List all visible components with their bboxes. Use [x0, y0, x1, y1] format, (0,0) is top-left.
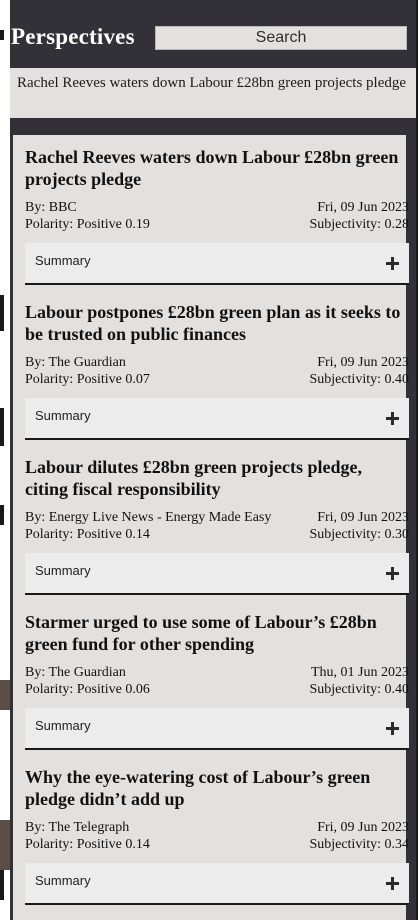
article-polarity: Polarity: Positive 0.14: [25, 837, 150, 852]
perspectives-panel: Perspectives Search Rachel Reeves waters…: [10, 0, 418, 920]
article-source: By: BBC: [25, 200, 77, 215]
summary-toggle[interactable]: Summary: [25, 708, 409, 750]
article-source: By: The Guardian: [25, 665, 126, 680]
plus-icon[interactable]: [386, 567, 399, 580]
article-subjectivity: Subjectivity: 0.28: [309, 217, 409, 232]
article-source: By: The Guardian: [25, 355, 126, 370]
current-headline: Rachel Reeves waters down Labour £28bn g…: [10, 68, 418, 118]
summary-label: Summary: [35, 408, 91, 423]
panel-edge: [416, 0, 418, 920]
article-date: Fri, 09 Jun 2023: [317, 820, 409, 835]
article-subjectivity: Subjectivity: 0.34: [309, 837, 409, 852]
article-subjectivity: Subjectivity: 0.30: [309, 527, 409, 542]
article-card: Rachel Reeves waters down Labour £28bn g…: [25, 135, 409, 290]
background-text-fragment: [0, 870, 4, 900]
article-sentiment-row: Polarity: Positive 0.14 Subjectivity: 0.…: [25, 526, 409, 543]
article-sentiment-row: Polarity: Positive 0.06 Subjectivity: 0.…: [25, 681, 409, 698]
background-text-fragment: [0, 408, 4, 446]
plus-icon[interactable]: [386, 257, 399, 270]
background-page: [0, 0, 10, 920]
article-polarity: Polarity: Positive 0.19: [25, 217, 150, 232]
article-feed[interactable]: Rachel Reeves waters down Labour £28bn g…: [13, 135, 409, 920]
article-card: Labour dilutes £28bn green projects pled…: [25, 445, 409, 600]
summary-toggle[interactable]: Summary: [25, 553, 409, 595]
article-date: Fri, 09 Jun 2023: [317, 200, 409, 215]
search-button[interactable]: Search: [155, 26, 407, 50]
article-polarity: Polarity: Positive 0.14: [25, 527, 150, 542]
summary-label: Summary: [35, 253, 91, 268]
article-meta-row: By: Energy Live News - Energy Made Easy …: [25, 509, 409, 526]
plus-icon[interactable]: [386, 412, 399, 425]
summary-toggle[interactable]: Summary: [25, 398, 409, 440]
article-card: Why the eye-watering cost of Labour’s gr…: [25, 755, 409, 910]
background-image-fragment: [0, 820, 10, 870]
article-card: Labour postpones £28bn green plan as it …: [25, 290, 409, 445]
article-meta-row: By: The Guardian Fri, 09 Jun 2023: [25, 354, 409, 371]
article-sentiment-row: Polarity: Positive 0.19 Subjectivity: 0.…: [25, 216, 409, 233]
article-date: Thu, 01 Jun 2023: [311, 665, 409, 680]
background-text-fragment: [0, 505, 4, 525]
article-subjectivity: Subjectivity: 0.40: [309, 682, 409, 697]
article-subjectivity: Subjectivity: 0.40: [309, 372, 409, 387]
article-date: Fri, 09 Jun 2023: [317, 510, 409, 525]
article-sentiment-row: Polarity: Positive 0.07 Subjectivity: 0.…: [25, 371, 409, 388]
plus-icon[interactable]: [386, 877, 399, 890]
article-title[interactable]: Why the eye-watering cost of Labour’s gr…: [25, 766, 409, 810]
article-meta-row: By: The Telegraph Fri, 09 Jun 2023: [25, 819, 409, 836]
article-date: Fri, 09 Jun 2023: [317, 355, 409, 370]
background-image-fragment: [0, 680, 10, 710]
summary-label: Summary: [35, 873, 91, 888]
background-text-fragment: [0, 295, 4, 331]
article-card: Starmer urged to use some of Labour’s £2…: [25, 600, 409, 755]
article-sentiment-row: Polarity: Positive 0.14 Subjectivity: 0.…: [25, 836, 409, 853]
article-title[interactable]: Rachel Reeves waters down Labour £28bn g…: [25, 146, 409, 190]
background-text-fragment: [0, 30, 4, 40]
plus-icon[interactable]: [386, 722, 399, 735]
summary-label: Summary: [35, 718, 91, 733]
article-polarity: Polarity: Positive 0.07: [25, 372, 150, 387]
summary-toggle[interactable]: Summary: [25, 243, 409, 285]
panel-title: Perspectives: [11, 24, 135, 49]
article-source: By: Energy Live News - Energy Made Easy: [25, 510, 272, 525]
article-title[interactable]: Labour postpones £28bn green plan as it …: [25, 301, 409, 345]
summary-label: Summary: [35, 563, 91, 578]
article-polarity: Polarity: Positive 0.06: [25, 682, 150, 697]
summary-toggle[interactable]: Summary: [25, 863, 409, 905]
panel-header: Perspectives Search: [10, 0, 418, 68]
article-meta-row: By: BBC Fri, 09 Jun 2023: [25, 199, 409, 216]
article-title[interactable]: Labour dilutes £28bn green projects pled…: [25, 456, 409, 500]
article-meta-row: By: The Guardian Thu, 01 Jun 2023: [25, 664, 409, 681]
article-title[interactable]: Starmer urged to use some of Labour’s £2…: [25, 611, 409, 655]
article-source: By: The Telegraph: [25, 820, 130, 835]
